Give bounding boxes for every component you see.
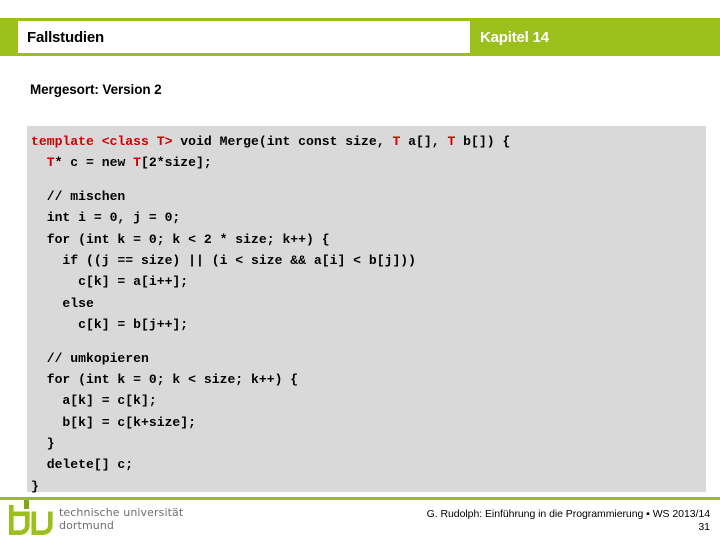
code-block: template <class T> void Merge(int const … — [27, 126, 706, 494]
code-text: delete[] c; — [31, 457, 134, 473]
page-title: Fallstudien — [27, 28, 104, 46]
code-line: for (int k = 0; k < 2 * size; k++) { — [31, 229, 706, 250]
code-text: if ((j == size) || (i < size && a[i] < b… — [31, 252, 417, 268]
code-text: void Merge(int const size, — [172, 134, 393, 149]
code-line: // umkopieren — [31, 348, 706, 369]
code-line: b[k] = c[k+size]; — [31, 412, 706, 433]
code-keyword: template <class T> — [31, 134, 173, 149]
code-text: b[k] = c[k+size]; — [31, 414, 197, 430]
code-text: else — [31, 295, 94, 311]
tu-logo-line1: technische universität — [59, 506, 184, 519]
footer-page-number: 31 — [698, 521, 710, 533]
code-keyword: T — [46, 155, 55, 171]
tu-logo-icon — [9, 505, 53, 535]
code-line: T* c = new T[2*size]; — [31, 152, 706, 173]
code-text: int i = 0, j = 0; — [31, 210, 181, 226]
code-line: c[k] = a[i++]; — [31, 271, 706, 292]
code-line: int i = 0, j = 0; — [31, 207, 706, 228]
code-text: b[]) { — [455, 134, 511, 149]
code-text: // mischen — [31, 188, 126, 204]
code-line: else — [31, 293, 706, 314]
code-text: a[], — [400, 134, 448, 149]
code-line: } — [31, 476, 706, 497]
code-line: for (int k = 0; k < size; k++) { — [31, 369, 706, 390]
code-text: * c = new — [54, 155, 134, 171]
code-line: if ((j == size) || (i < size && a[i] < b… — [31, 250, 706, 271]
code-line: c[k] = b[j++]; — [31, 314, 706, 335]
code-text: c[k] = a[i++]; — [31, 274, 189, 290]
slide-subtitle: Mergesort: Version 2 — [30, 82, 162, 97]
code-text: a[k] = c[k]; — [31, 393, 157, 409]
code-text: c[k] = b[j++]; — [31, 317, 189, 333]
chapter-label: Kapitel 14 — [480, 28, 549, 46]
code-text: } — [31, 436, 55, 452]
tu-logo-line2: dortmund — [59, 518, 114, 532]
tu-dortmund-logo: technische universität dortmund — [8, 505, 183, 535]
code-text: // umkopieren — [31, 350, 149, 366]
footer-attribution: G. Rudolph: Einführung in die Programmie… — [426, 508, 710, 520]
code-line: a[k] = c[k]; — [31, 390, 706, 411]
code-line: template <class T> void Merge(int const … — [31, 131, 706, 152]
tu-logo-wordmark: technische universität dortmund — [59, 505, 183, 532]
code-line: // mischen — [31, 186, 706, 207]
code-keyword: T — [133, 155, 142, 171]
header-title-box: Fallstudien — [18, 21, 470, 53]
footer-divider — [0, 497, 720, 500]
code-text: for (int k = 0; k < 2 * size; k++) { — [31, 231, 330, 247]
code-text: for (int k = 0; k < size; k++) { — [31, 371, 299, 387]
code-line: delete[] c; — [31, 454, 706, 475]
code-text: } — [31, 478, 39, 494]
code-line: } — [31, 433, 706, 454]
code-text: [2*size]; — [141, 155, 212, 171]
